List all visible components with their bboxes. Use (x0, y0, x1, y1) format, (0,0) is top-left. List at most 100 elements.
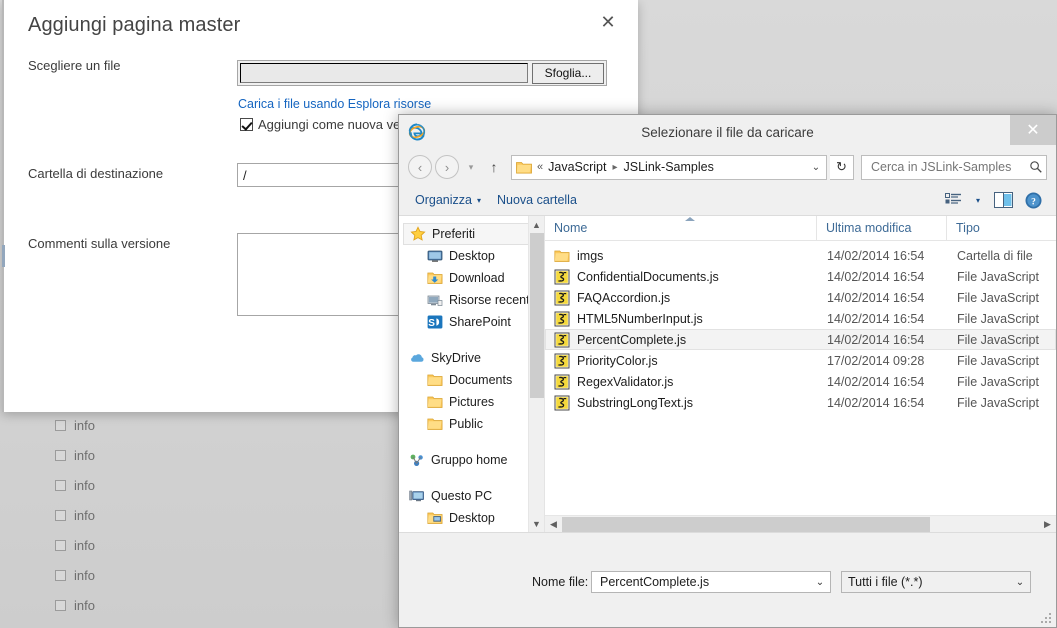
svg-text:S: S (428, 318, 435, 329)
sidebar-item-sharepoint[interactable]: S SharePoint (399, 311, 544, 333)
sidebar-item-questo-pc[interactable]: Questo PC (399, 485, 544, 507)
horizontal-scrollbar[interactable]: ◀ ▶ (545, 515, 1056, 532)
sidebar-item-label: SkyDrive (431, 351, 482, 365)
sidebar-item-public[interactable]: Public (399, 413, 544, 435)
table-row[interactable]: FAQAccordion.js 14/02/2014 16:54 File Ja… (545, 287, 1056, 308)
file-path-input[interactable] (240, 63, 528, 83)
view-dropdown-button[interactable]: ▾ (968, 188, 988, 212)
change-view-button[interactable] (938, 188, 968, 212)
sidebar-item-label: Gruppo home (431, 453, 508, 467)
scroll-up-icon[interactable]: ▲ (529, 216, 545, 233)
sidebar-scroll-thumb[interactable] (529, 233, 544, 398)
table-row[interactable]: imgs 14/02/2014 16:54 Cartella di file (545, 245, 1056, 266)
checkbox-icon[interactable] (55, 599, 66, 611)
checkbox-icon[interactable] (55, 539, 66, 551)
checkbox-icon[interactable] (55, 479, 66, 491)
sidebar-item-label: Public (449, 417, 484, 431)
breadcrumb-segment-jslink-samples[interactable]: JSLink-Samples (624, 160, 714, 174)
file-name-cell: RegexValidator.js (546, 374, 818, 390)
table-row[interactable]: ConfidentialDocuments.js 14/02/2014 16:5… (545, 266, 1056, 287)
list-item[interactable]: info (55, 470, 355, 500)
organize-label: Organizza (415, 193, 472, 207)
close-icon[interactable]: ✕ (1010, 115, 1056, 145)
search-input[interactable] (869, 159, 1029, 175)
sidebar-item-desktop[interactable]: Desktop (399, 245, 544, 267)
sidebar-item-risorse-recenti[interactable]: Risorse recenti (399, 289, 544, 311)
refresh-icon[interactable]: ↻ (830, 154, 854, 180)
list-item[interactable]: info (55, 440, 355, 470)
horizontal-scroll-thumb[interactable] (562, 516, 930, 532)
javascript-icon (554, 374, 570, 389)
overwrite-checkbox-row[interactable]: Aggiungi come nuova vers (240, 117, 411, 132)
table-row[interactable]: RegexValidator.js 14/02/2014 16:54 File … (545, 371, 1056, 392)
recent-locations-icon[interactable]: ▾ (462, 155, 480, 179)
breadcrumb-overflow-icon[interactable]: « (537, 161, 543, 173)
folder-icon (516, 162, 532, 174)
checkbox-icon[interactable] (55, 569, 66, 581)
list-item[interactable]: info (55, 530, 355, 560)
sidebar-item-skydrive[interactable]: SkyDrive (399, 347, 544, 369)
file-name-label: SubstringLongText.js (577, 395, 694, 410)
version-comments-label: Commenti sulla versione (28, 236, 171, 251)
column-header-nome[interactable]: Nome (545, 215, 817, 241)
sidebar-item-preferiti[interactable]: Preferiti (403, 223, 540, 245)
browse-button[interactable]: Sfoglia... (532, 62, 604, 84)
javascript-icon (554, 290, 570, 305)
forward-button[interactable]: › (435, 155, 459, 179)
sidebar-scroll-track[interactable] (529, 233, 545, 515)
sidebar-item-gruppo-home[interactable]: Gruppo home (399, 449, 544, 471)
list-item[interactable]: info (55, 410, 355, 440)
close-icon[interactable]: ✕ (596, 10, 620, 34)
search-box[interactable] (861, 154, 1047, 180)
new-folder-button[interactable]: Nuova cartella (489, 190, 585, 210)
horizontal-scroll-track[interactable] (562, 516, 1039, 533)
sidebar-item-label: Documents (449, 373, 513, 387)
column-header-ultima-modifica[interactable]: Ultima modifica (817, 215, 947, 241)
preview-pane-button[interactable] (988, 188, 1018, 212)
chevron-down-icon: ▾ (476, 195, 481, 205)
checkbox-icon[interactable] (55, 509, 66, 521)
upload-with-explorer-link[interactable]: Carica i file usando Esplora risorse (238, 97, 431, 111)
chevron-down-icon[interactable]: ⌄ (808, 162, 824, 173)
list-item-label: info (74, 477, 95, 493)
up-one-level-button[interactable]: ↑ (483, 155, 505, 179)
filename-combobox[interactable]: ⌄ (591, 571, 831, 593)
checkbox-icon[interactable] (55, 449, 66, 461)
list-item[interactable]: info (55, 590, 355, 620)
column-header-tipo[interactable]: Tipo (947, 216, 1056, 241)
star-icon (410, 226, 426, 241)
resize-grip-icon[interactable] (1041, 613, 1053, 625)
checkbox-icon[interactable] (55, 419, 66, 431)
list-item[interactable]: info (55, 560, 355, 590)
filename-input[interactable] (598, 574, 812, 590)
file-modified-cell: 14/02/2014 16:54 (827, 395, 925, 410)
help-button[interactable]: ? (1018, 188, 1048, 212)
back-button[interactable]: ‹ (408, 155, 432, 179)
filetype-filter-combobox[interactable]: Tutti i file (*.*) ⌄ (841, 571, 1031, 593)
sidebar-item-documents[interactable]: Documents (399, 369, 544, 391)
search-icon[interactable] (1029, 160, 1043, 174)
scroll-down-icon[interactable]: ▼ (529, 515, 545, 532)
sidebar-item-label: Risorse recenti (449, 293, 533, 307)
list-item[interactable]: info (55, 500, 355, 530)
chevron-down-icon[interactable]: ⌄ (812, 577, 828, 588)
sidebar-item-pictures[interactable]: Pictures (399, 391, 544, 413)
scroll-right-icon[interactable]: ▶ (1039, 516, 1056, 533)
folder-icon (427, 396, 443, 408)
scroll-left-icon[interactable]: ◀ (545, 516, 562, 533)
homegroup-icon (410, 454, 423, 466)
sidebar-item-download[interactable]: Download (399, 267, 544, 289)
file-type-cell: File JavaScript (957, 332, 1039, 347)
sidebar-scrollbar[interactable]: ▲ ▼ (528, 216, 544, 532)
table-row[interactable]: SubstringLongText.js 14/02/2014 16:54 Fi… (545, 392, 1056, 413)
table-row[interactable]: HTML5NumberInput.js 14/02/2014 16:54 Fil… (545, 308, 1056, 329)
organize-button[interactable]: Organizza ▾ (407, 190, 489, 210)
table-row[interactable]: PercentComplete.js 14/02/2014 16:54 File… (545, 329, 1056, 350)
chevron-down-icon[interactable]: ⌄ (1012, 577, 1028, 588)
table-row[interactable]: PriorityColor.js 17/02/2014 09:28 File J… (545, 350, 1056, 371)
address-bar[interactable]: « JavaScript ▸ JSLink-Samples ⌄ (511, 154, 827, 180)
checkbox-checked-icon[interactable] (240, 118, 253, 131)
breadcrumb-segment-javascript[interactable]: JavaScript (548, 160, 606, 174)
sidebar-item-desktop-pc[interactable]: Desktop (399, 507, 544, 529)
